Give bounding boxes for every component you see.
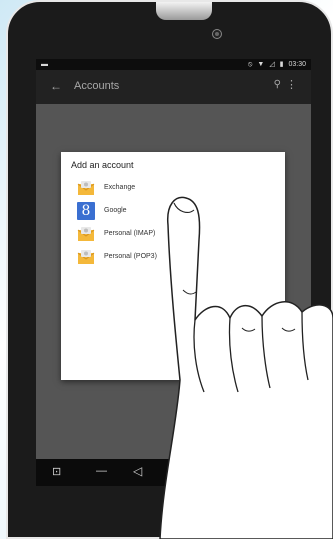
nav-home-icon[interactable]: ○ xyxy=(174,464,181,478)
nav-back-icon[interactable]: ◁ xyxy=(133,464,142,478)
email-envelope-icon xyxy=(77,181,95,195)
navigation-bar: ⊡ — ◁ ○ □ xyxy=(36,459,311,486)
search-icon[interactable]: ⚲ xyxy=(274,79,281,90)
add-account-dialog: Add an account Exchange 8 Google Persona… xyxy=(61,152,285,380)
account-option-personal-pop3[interactable]: Personal (POP3) xyxy=(77,248,267,268)
overflow-menu-icon[interactable]: ⋮ xyxy=(286,78,297,91)
page-title: Accounts xyxy=(74,80,120,92)
notification-icon: ▬ xyxy=(41,61,48,68)
account-option-label: Personal (POP3) xyxy=(104,253,157,260)
account-option-label: Personal (IMAP) xyxy=(104,230,156,237)
front-camera xyxy=(212,29,222,39)
account-option-google[interactable]: 8 Google xyxy=(77,202,267,222)
action-bar: ← Accounts ⚲ ⋮ xyxy=(36,70,311,104)
account-option-exchange[interactable]: Exchange xyxy=(77,179,267,199)
account-option-label: Exchange xyxy=(104,184,136,191)
nav-recent-icon[interactable]: □ xyxy=(214,464,221,476)
status-bar: ▬ ⦸ ▼ ◿ ▮ 03:30 xyxy=(36,59,311,70)
status-time: 03:30 xyxy=(288,61,306,68)
status-icons: ⦸ ▼ ◿ ▮ 03:30 xyxy=(245,59,306,70)
screenshot-icon[interactable]: ⊡ xyxy=(52,465,61,478)
tablet-top-notch xyxy=(156,2,212,20)
back-arrow-icon[interactable]: ← xyxy=(50,79,62,93)
email-envelope-icon xyxy=(77,250,95,264)
wifi-icon: ▼ xyxy=(257,61,265,68)
battery-icon: ▮ xyxy=(279,61,284,68)
account-option-personal-imap[interactable]: Personal (IMAP) xyxy=(77,225,267,245)
volume-down-icon[interactable]: — xyxy=(96,465,107,477)
account-option-label: Google xyxy=(104,207,127,214)
tablet-screen: ▬ ⦸ ▼ ◿ ▮ 03:30 ← Accounts ⚲ ⋮ Add an ac… xyxy=(36,59,311,486)
email-envelope-icon xyxy=(77,227,95,241)
signal-icon: ◿ xyxy=(269,61,275,68)
dialog-title: Add an account xyxy=(71,160,134,170)
do-not-disturb-icon: ⦸ xyxy=(247,61,253,68)
google-icon: 8 xyxy=(77,202,95,220)
